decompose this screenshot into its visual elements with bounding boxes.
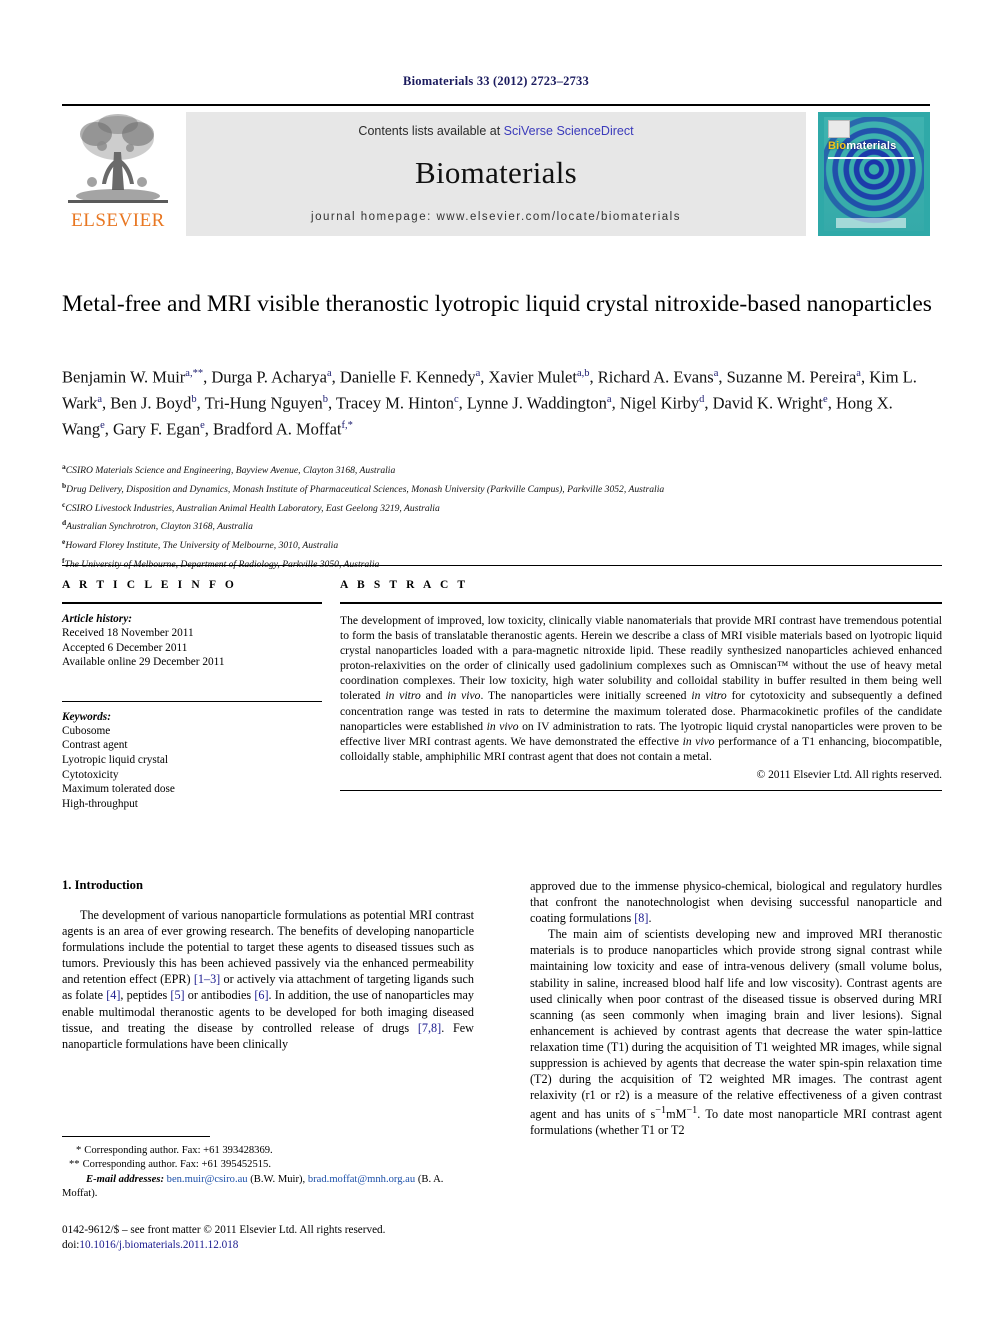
affiliation-item: cCSIRO Livestock Industries, Australian … [62,498,942,517]
footnote-mark: * [76,1145,82,1156]
email-owner-muir: (B.W. Muir), [250,1173,306,1185]
affiliation-item: aCSIRO Materials Science and Engineering… [62,460,942,479]
article-history-item: Received 18 November 2011 [62,627,194,639]
article-history-item: Available online 29 December 2011 [62,656,225,669]
article-info-rule [62,602,322,604]
journal-band: Contents lists available at SciVerse Sci… [186,112,806,236]
affiliation-item: fThe University of Melbourne, Department… [62,554,942,573]
affiliation-text: Australian Synchrotron, Clayton 3168, Au… [66,521,253,533]
footnote-mark: ** [69,1159,80,1171]
journal-homepage-link[interactable]: journal homepage: www.elsevier.com/locat… [186,211,806,223]
affiliation-item: eHoward Florey Institute, The University… [62,535,942,554]
footnote-text: Corresponding author. Fax: +61 393428369… [84,1145,273,1156]
cover-elsevier-logo-icon [828,120,850,138]
article-history-label: Article history: [62,613,132,625]
abstract-rule [340,602,942,604]
imprint-block: 0142-9612/$ – see front matter © 2011 El… [62,1223,562,1253]
article-info-heading: A R T I C L E I N F O [62,579,237,591]
article-history-item: Accepted 6 December 2011 [62,641,188,654]
affiliation-text: CSIRO Materials Science and Engineering,… [65,465,396,477]
abstract-heading: A B S T R A C T [340,579,469,591]
footnote-rule [62,1136,210,1137]
doi-link[interactable]: 10.1016/j.biomaterials.2011.12.018 [79,1239,238,1251]
section-heading-introduction: 1. Introduction [62,878,143,892]
author-list: Benjamin W. Muira,**, Durga P. Acharyaa,… [62,367,917,439]
doi-prefix: doi: [62,1239,80,1251]
running-head: Biomaterials 33 (2012) 2723–2733 [403,74,589,88]
affiliation-text: Howard Florey Institute, The University … [65,540,339,552]
cover-title-underline [828,157,914,159]
email-addresses-label: E-mail addresses: [86,1173,164,1185]
cover-title-materials: materials [846,140,897,152]
keyword-item: Lyotropic liquid crystal [62,753,169,766]
footnote-emails: E-mail addresses: ben.muir@csiro.au (B.W… [62,1173,474,1202]
footnote-text: Corresponding author. Fax: +61 395452515… [82,1159,272,1171]
elsevier-tree-icon [68,112,168,208]
affiliation-list: aCSIRO Materials Science and Engineering… [62,460,942,573]
affiliation-item: dAustralian Synchrotron, Clayton 3168, A… [62,516,942,535]
contents-lists-line: Contents lists available at SciVerse Sci… [186,124,806,138]
keywords-rule [62,700,322,702]
body-column-left: 1. Introduction The development of vario… [62,878,474,1052]
issn-copyright-line: 0142-9612/$ – see front matter © 2011 El… [62,1224,386,1236]
doi-line: doi:10.1016/j.biomaterials.2011.12.018 [62,1238,562,1253]
keyword-item: Contrast agent [62,739,128,752]
cover-footer-bar [836,218,906,228]
journal-cover-thumbnail: Biomaterials [818,112,930,236]
body-paragraph: The main aim of scientists developing ne… [530,927,942,1138]
elsevier-wordmark: ELSEVIER [71,210,165,231]
affiliation-text: Drug Delivery, Disposition and Dynamics,… [66,483,665,495]
cover-journal-title: Biomaterials [828,140,896,152]
keyword-item: Cubosome [62,724,111,737]
keyword-item: Maximum tolerated dose [62,783,175,796]
masthead-top-rule [62,104,930,106]
keyword-item: Cytotoxicity [62,768,119,781]
footnote-corresponding-1: * Corresponding author. Fax: +61 39342836… [62,1144,474,1158]
contents-prefix: Contents lists available at [358,124,504,138]
abstract-text: The development of improved, low toxicit… [340,614,942,763]
abstract-copyright: © 2011 Elsevier Ltd. All rights reserved… [756,768,942,781]
page-title: Metal-free and MRI visible theranostic l… [62,291,932,317]
journal-title: Biomaterials [414,155,577,190]
article-info-column: A R T I C L E I N F O Article history: R… [62,579,322,811]
journal-article-page: Biomaterials 33 (2012) 2723–2733 ELSEVIE… [0,0,992,1323]
sciencedirect-link[interactable]: SciVerse ScienceDirect [504,124,634,138]
body-paragraph: The development of various nanoparticle … [62,908,475,1051]
body-paragraph: approved due to the immense physico-chem… [530,879,942,926]
info-abstract-top-rule [62,565,942,566]
affiliation-text: CSIRO Livestock Industries, Australian A… [65,502,440,514]
keywords-label: Keywords: [62,710,111,723]
elsevier-logo: ELSEVIER [62,112,174,236]
footnote-corresponding-2: ** Corresponding author. Fax: +61 3954525… [62,1158,474,1172]
body-column-right: approved due to the immense physico-chem… [530,878,942,1139]
abstract-bottom-rule [340,789,942,791]
email-link-muir[interactable]: ben.muir@csiro.au [167,1174,248,1185]
affiliation-item: bDrug Delivery, Disposition and Dynamics… [62,479,942,498]
keyword-item: High-throughput [62,797,138,810]
abstract-column: A B S T R A C T The development of impro… [340,579,942,791]
email-link-moffat[interactable]: brad.moffat@mnh.org.au [308,1174,415,1185]
footnotes-block: * Corresponding author. Fax: +61 39342836… [62,1136,474,1202]
cover-title-bio: Bio [828,140,847,152]
journal-masthead: ELSEVIER Contents lists available at Sci… [62,104,930,240]
